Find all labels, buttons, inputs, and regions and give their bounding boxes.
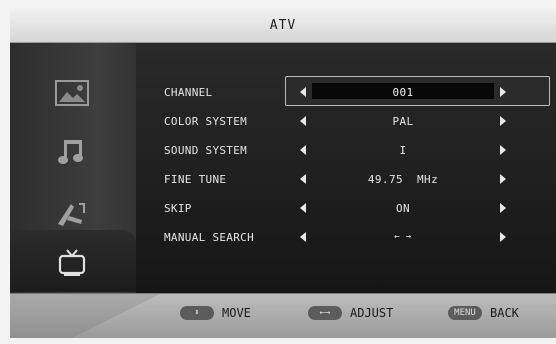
row-value: ON xyxy=(395,201,411,215)
row-label: CHANNEL xyxy=(164,85,213,99)
arrow-right-icon[interactable] xyxy=(500,232,506,242)
setup-tools-icon xyxy=(58,203,85,226)
row-skip[interactable]: SKIP ON xyxy=(160,196,550,220)
arrow-right-icon[interactable] xyxy=(500,116,506,126)
sidebar-item-picture[interactable] xyxy=(50,73,94,113)
hint-back-label: BACK xyxy=(490,306,519,320)
sidebar-item-setup[interactable] xyxy=(50,193,94,233)
row-label: SKIP xyxy=(164,201,192,215)
adjust-key-icon: ←→ xyxy=(308,306,342,320)
arrow-left-icon[interactable] xyxy=(300,232,306,242)
row-label: FINE TUNE xyxy=(164,172,227,186)
row-label: SOUND SYSTEM xyxy=(164,143,248,157)
tv-osd-screen: ATV CHANNEL 001 COLOR SYSTEM PAL SOUND S… xyxy=(10,8,556,338)
arrow-left-icon[interactable] xyxy=(300,116,306,126)
hint-adjust: ←→ ADJUST xyxy=(308,306,393,320)
arrow-right-icon[interactable] xyxy=(500,87,506,97)
arrow-right-icon[interactable] xyxy=(500,145,506,155)
hint-move-label: MOVE xyxy=(222,306,251,320)
arrow-right-icon[interactable] xyxy=(500,174,506,184)
row-sound-system[interactable]: SOUND SYSTEM I xyxy=(160,138,550,162)
row-color-system[interactable]: COLOR SYSTEM PAL xyxy=(160,109,550,133)
row-channel[interactable]: CHANNEL 001 xyxy=(160,76,550,106)
title-bar: ATV xyxy=(10,8,556,43)
sidebar-item-tv[interactable] xyxy=(10,230,136,292)
arrow-left-icon[interactable] xyxy=(300,145,306,155)
row-label: COLOR SYSTEM xyxy=(164,114,248,128)
arrow-left-icon[interactable] xyxy=(300,87,306,97)
menu-key-icon: MENU xyxy=(448,306,482,320)
footer-decoration xyxy=(10,294,160,338)
hint-move: ⬍ MOVE xyxy=(180,306,251,320)
sidebar-item-music[interactable] xyxy=(50,131,94,171)
music-note-icon xyxy=(58,140,83,164)
tv-icon xyxy=(58,249,86,276)
hint-adjust-label: ADJUST xyxy=(350,306,394,320)
row-fine-tune[interactable]: FINE TUNE 49.75 MHz xyxy=(160,167,550,191)
hint-back: MENU BACK xyxy=(448,306,519,320)
row-value: ← → xyxy=(394,232,412,242)
menu-title: ATV xyxy=(269,17,297,33)
row-value: 001 xyxy=(392,85,414,99)
arrow-left-icon[interactable] xyxy=(300,174,306,184)
key-hint-bar: ⬍ MOVE ←→ ADJUST MENU BACK xyxy=(10,293,556,338)
arrow-left-icon[interactable] xyxy=(300,203,306,213)
row-manual-search[interactable]: MANUAL SEARCH ← → xyxy=(160,225,550,249)
move-key-icon: ⬍ xyxy=(180,306,214,320)
arrow-right-icon[interactable] xyxy=(500,203,506,213)
row-value: I xyxy=(399,143,407,157)
row-value: PAL xyxy=(392,114,414,128)
row-value: 49.75 MHz xyxy=(367,172,439,186)
tv-icon-wrap xyxy=(50,242,94,282)
row-label: MANUAL SEARCH xyxy=(164,230,254,244)
picture-icon xyxy=(55,80,89,106)
